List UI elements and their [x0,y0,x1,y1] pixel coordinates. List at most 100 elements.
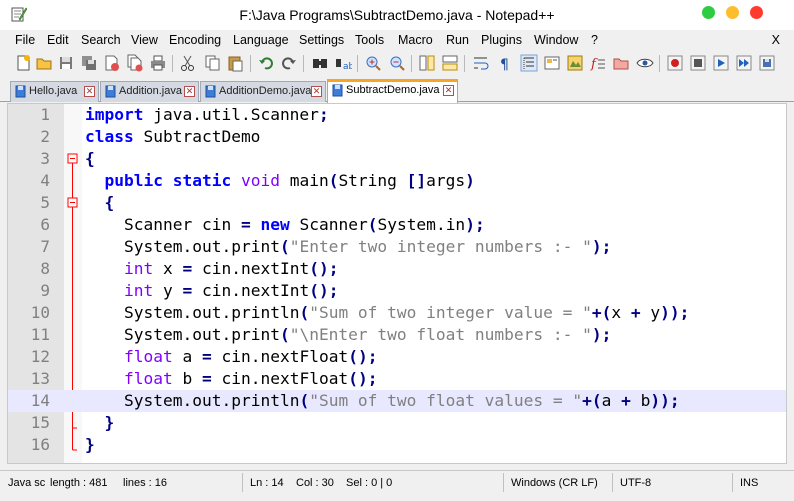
stop-recording-icon[interactable] [689,54,707,72]
new-file-icon[interactable] [14,54,32,72]
playback-macro-icon[interactable] [712,54,730,72]
redo-icon[interactable] [280,54,298,72]
replace-icon[interactable]: ab [334,54,352,72]
line-code: { [104,193,115,212]
tab-label: Hello.java [29,85,78,97]
record-macro-icon[interactable] [666,54,684,72]
close-document-button[interactable]: X [772,33,780,47]
menu-view[interactable]: View [131,33,158,47]
maximize-button[interactable] [726,6,739,19]
print-icon[interactable] [149,54,167,72]
line-number: 8 [40,259,50,278]
close-window-button[interactable] [750,6,763,19]
line-number: 16 [30,435,50,454]
zoom-in-icon[interactable] [364,54,382,72]
menu-window[interactable]: Window [534,33,578,47]
close-file-icon[interactable] [102,54,120,72]
indent-guide-icon[interactable] [520,54,538,72]
code-line[interactable]: 12 float a = cin.nextFloat(); [8,346,786,368]
close-tab-icon[interactable]: ✕ [184,86,195,97]
close-tab-icon[interactable]: ✕ [84,86,95,97]
code-line[interactable]: 10 System.out.println("Sum of two intege… [8,302,786,324]
copy-icon[interactable] [203,54,221,72]
line-code: { [85,149,95,168]
line-code: System.out.print("Enter two integer numb… [123,237,612,256]
code-line[interactable]: 16} [8,434,786,456]
line-number: 5 [40,193,50,212]
save-all-icon[interactable] [80,54,98,72]
cut-icon[interactable] [179,54,197,72]
zoom-out-icon[interactable] [388,54,406,72]
code-line[interactable]: 13 float b = cin.nextFloat(); [8,368,786,390]
menu-settings[interactable]: Settings [299,33,344,47]
menu-plugins[interactable]: Plugins [481,33,522,47]
sync-horizontal-icon[interactable] [441,54,459,72]
save-icon[interactable] [57,54,75,72]
show-all-characters-icon[interactable]: ¶ [496,54,514,72]
menu-file[interactable]: File [15,33,35,47]
menu-edit[interactable]: Edit [47,33,69,47]
line-number: 6 [40,215,50,234]
monitoring-eye-icon[interactable] [636,54,654,72]
close-tab-icon[interactable]: ✕ [311,86,322,97]
status-length: length : 481 [50,477,108,489]
title-bar: F:\Java Programs\SubtractDemo.java - Not… [0,0,794,30]
line-number: 14 [30,391,50,410]
status-column: Col : 30 [296,477,334,489]
word-wrap-icon[interactable] [472,54,490,72]
status-divider [242,473,243,492]
document-tab-bar: Hello.java ✕ Addition.java ✕ AdditionDem… [0,78,794,103]
line-number: 2 [40,127,50,146]
code-line[interactable]: 5 { [8,192,786,214]
code-line[interactable]: 14 System.out.println("Sum of two float … [8,390,786,412]
undo-icon[interactable] [257,54,275,72]
function-list-icon[interactable]: f [589,54,607,72]
close-tab-icon[interactable]: ✕ [443,85,454,96]
menu-encoding[interactable]: Encoding [169,33,221,47]
code-line[interactable]: 2 class SubtractDemo [8,126,786,148]
line-number: 7 [40,237,50,256]
tab-hello-java[interactable]: Hello.java ✕ [10,81,99,102]
code-line[interactable]: 6 Scanner cin = new Scanner(System.in); [8,214,786,236]
status-eol-format[interactable]: Windows (CR LF) [511,477,598,489]
toolbar: ab ¶ f [0,51,794,76]
tab-subtractdemo-java[interactable]: SubtractDemo.java ✕ [327,79,458,103]
menu-search[interactable]: Search [81,33,121,47]
menu-macro[interactable]: Macro [398,33,433,47]
close-all-icon[interactable] [125,54,143,72]
code-line[interactable]: 8 int x = cin.nextInt(); [8,258,786,280]
folder-as-workspace-icon[interactable] [612,54,630,72]
menu-language[interactable]: Language [233,33,289,47]
user-defined-language-icon[interactable] [543,54,561,72]
line-number: 1 [40,105,50,124]
menu-run[interactable]: Run [446,33,469,47]
status-bar: Java sc length : 481 lines : 16 Ln : 14 … [0,470,794,494]
find-icon[interactable] [311,54,329,72]
code-line[interactable]: 4 public static void main(String []args) [8,170,786,192]
status-selection: Sel : 0 | 0 [346,477,393,489]
status-encoding[interactable]: UTF-8 [620,477,651,489]
code-line[interactable]: 11 System.out.print("\nEnter two float n… [8,324,786,346]
run-macro-multiple-icon[interactable] [735,54,753,72]
code-line[interactable]: 3{ [8,148,786,170]
minimize-button[interactable] [702,6,715,19]
sync-vertical-icon[interactable] [418,54,436,72]
code-line[interactable]: 7 System.out.print("Enter two integer nu… [8,236,786,258]
window-title: F:\Java Programs\SubtractDemo.java - Not… [239,7,555,23]
menu-help[interactable]: ? [591,33,598,47]
code-line[interactable]: 1 import java.util.Scanner; [8,104,786,126]
tab-addition-java[interactable]: Addition.java ✕ [100,81,199,102]
code-line[interactable]: 15 } [8,412,786,434]
tab-additiondemo-java[interactable]: AdditionDemo.java ✕ [200,81,326,102]
save-macro-icon[interactable] [758,54,776,72]
line-code: float b = cin.nextFloat(); [123,369,378,388]
line-code: float a = cin.nextFloat(); [123,347,378,366]
code-line[interactable]: 9 int y = cin.nextInt(); [8,280,786,302]
menu-tools[interactable]: Tools [355,33,384,47]
saved-document-icon [105,85,116,98]
svg-text:¶: ¶ [500,57,509,72]
document-map-icon[interactable] [566,54,584,72]
open-file-icon[interactable] [35,54,53,72]
code-editor[interactable]: 1 import java.util.Scanner; 2 class Subtrac… [7,103,787,464]
paste-icon[interactable] [226,54,244,72]
